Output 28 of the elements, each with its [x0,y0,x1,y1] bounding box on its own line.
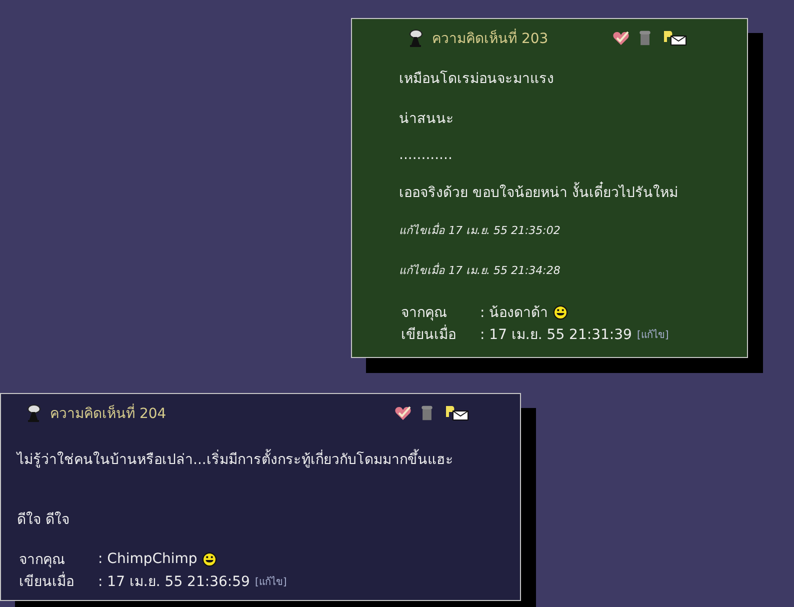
heart-check-icon[interactable] [612,30,630,46]
comment-text: ดีใจ ดีใจ [17,510,70,530]
comment-text: ............ [399,147,454,163]
dish-icon [407,29,423,47]
smiley-icon [202,552,218,566]
written-label: เขียนเมื่อ [401,323,480,345]
from-label: จากคุณ [19,551,66,570]
author-name: : น้องดาด้า [480,304,548,323]
comment-text: เออจริงด้วย ขอบใจน้อยหน่า งั้นเดี๋ยวไปรันใหม่ [399,181,737,203]
comment-text: เหมือนโดเรม่อนจะมาแรง [399,70,555,89]
edit-note: แก้ไขเมื่อ 17 เม.ย. 55 21:34:28 [399,262,562,279]
edit-link[interactable]: [แก้ไข] [254,574,287,588]
envelope-icon[interactable] [445,405,470,421]
dish-icon [25,404,41,422]
edit-link[interactable]: [แก้ไข] [636,326,669,342]
written-label: เขียนเมื่อ [19,570,98,592]
author-name: : ChimpChimp [98,551,198,567]
edit-note: แก้ไขเมื่อ 17 เม.ย. 55 21:35:02 [399,222,562,239]
comment-text: น่าสนนะ [399,110,455,129]
post-date: : 17 เม.ย. 55 21:36:59 [98,573,250,592]
post-date: : 17 เม.ย. 55 21:31:39 [480,326,632,345]
comment-title: ความคิดเห็นที่ 203 [432,27,548,49]
smiley-icon [553,304,568,320]
comment-text: ไม่รู้ว่าใช่คนในบ้านหรือเปล่า...เริ่มมีการตั้งกระทู้เกี่ยวกับโดมมากขึ้นแฮะ [17,448,510,470]
heart-check-icon[interactable] [394,405,412,421]
comment-title: ความคิดเห็นที่ 204 [50,402,166,424]
envelope-icon[interactable] [663,30,688,46]
from-label: จากคุณ [401,304,448,323]
